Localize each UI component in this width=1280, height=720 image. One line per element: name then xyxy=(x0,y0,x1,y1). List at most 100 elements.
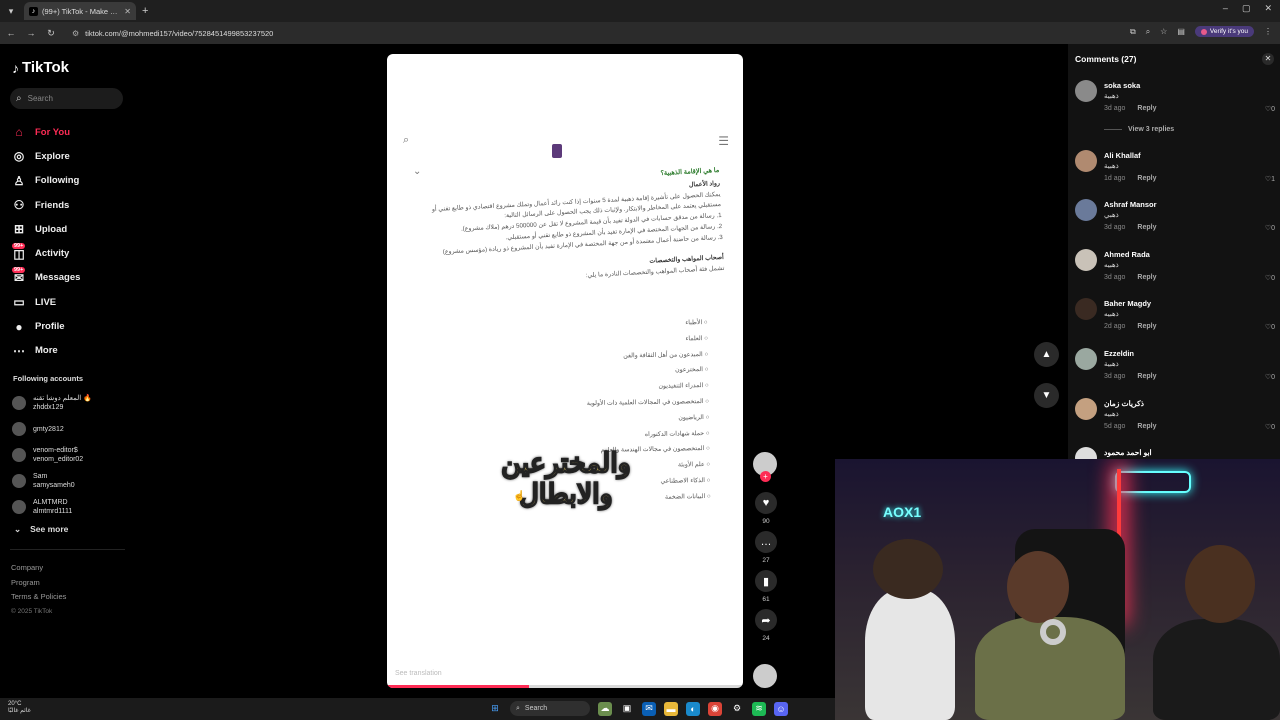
comment-author[interactable]: Ali Khallaf xyxy=(1104,151,1141,160)
site-info-icon[interactable]: ⚙ xyxy=(72,29,79,38)
tab-close-icon[interactable]: ✕ xyxy=(124,7,131,16)
nav-explore[interactable]: ◎ Explore xyxy=(12,144,80,168)
widget-icon[interactable]: ☁ xyxy=(598,701,612,716)
comment-like-button[interactable]: ♡1 xyxy=(1265,175,1275,183)
previous-video-button[interactable]: ▲ xyxy=(1034,342,1059,367)
forward-icon[interactable]: → xyxy=(22,28,40,38)
save-button[interactable]: ▮ 61 xyxy=(753,570,779,603)
search-icon: ⌕ xyxy=(16,93,22,104)
reload-icon[interactable]: ↻ xyxy=(42,28,60,39)
url-field[interactable]: ⚙ tiktok.com/@mohmedi157/video/752845149… xyxy=(68,25,1168,41)
share-button[interactable]: ➦ 24 xyxy=(753,609,779,642)
avatar[interactable] xyxy=(1075,80,1097,102)
settings-icon[interactable]: ⚙ xyxy=(730,702,744,716)
browser-tab[interactable]: ♪ (99+) TikTok - Make Your Day ✕ xyxy=(24,2,136,20)
avatar[interactable] xyxy=(1075,298,1097,321)
comment-like-button[interactable]: ♡0 xyxy=(1265,224,1275,232)
file-explorer-icon[interactable]: ▬ xyxy=(664,701,678,716)
windows-start-icon[interactable]: ⊞ xyxy=(488,702,502,716)
comment-author[interactable]: Ahmed Rada xyxy=(1104,250,1150,259)
tab-list-icon[interactable]: ▾ xyxy=(0,0,22,22)
nav-following[interactable]: ♙ Following xyxy=(12,169,80,193)
footer-link-terms[interactable]: Terms & Policies xyxy=(11,590,66,605)
menu-kebab-icon[interactable]: ⋮ xyxy=(1264,27,1272,36)
nav-for-you[interactable]: ⌂ For You xyxy=(12,120,80,144)
reply-button[interactable]: Reply xyxy=(1137,175,1156,182)
follow-plus-icon[interactable]: + xyxy=(760,471,771,482)
search-input[interactable]: ⌕ Search xyxy=(10,88,123,109)
see-more-button[interactable]: ⌄ See more xyxy=(14,524,68,535)
video-menu-icon: ☰ xyxy=(718,134,729,148)
verify-button[interactable]: Verify it's you xyxy=(1194,26,1254,37)
new-tab-icon[interactable]: + xyxy=(142,5,148,17)
comment-like-button[interactable]: ♡0 xyxy=(1265,274,1275,282)
extensions-icon[interactable]: ▤ xyxy=(1177,27,1185,36)
account-item[interactable]: venom-editor$ venom_editor02 xyxy=(12,442,127,468)
comment-author[interactable]: Baher Magdy xyxy=(1104,299,1151,308)
weather-widget[interactable]: 20°C غائم غالبًا xyxy=(8,701,31,715)
tiktok-logo[interactable]: ♪ TikTok xyxy=(12,59,69,76)
reply-button[interactable]: Reply xyxy=(1137,224,1156,231)
reply-button[interactable]: Reply xyxy=(1137,323,1156,330)
back-icon[interactable]: ← xyxy=(2,28,20,38)
comment-author[interactable]: Ezzeldin xyxy=(1104,349,1134,358)
maximize-icon[interactable]: ▢ xyxy=(1242,3,1251,14)
comment-author[interactable]: Ashraf Mansor xyxy=(1104,200,1157,209)
install-icon[interactable]: ⧉ xyxy=(1130,27,1136,37)
nav-upload[interactable]: ⊞ Upload xyxy=(12,217,80,241)
nav-friends[interactable]: ⚇ Friends xyxy=(12,193,80,217)
creator-avatar[interactable]: + xyxy=(753,452,777,482)
spotify-icon[interactable]: ≋ xyxy=(752,701,766,716)
reply-button[interactable]: Reply xyxy=(1137,423,1156,430)
avatar[interactable] xyxy=(1075,347,1097,370)
edge-icon[interactable]: ◐ xyxy=(686,701,700,716)
taskbar-search[interactable]: ⌕ Search xyxy=(510,701,590,716)
see-translation-link[interactable]: See translation xyxy=(395,670,442,677)
account-item[interactable]: المعلم دوشا تقنه 🔥 zhddx129 xyxy=(12,390,127,416)
task-view-icon[interactable]: ▣ xyxy=(620,702,634,716)
comment-like-count: 0 xyxy=(1271,106,1275,113)
account-item[interactable]: Sam samysameh0 xyxy=(12,468,127,494)
reply-button[interactable]: Reply xyxy=(1137,373,1156,380)
zoom-icon[interactable]: ⌕ xyxy=(1146,27,1150,37)
video-overlay-caption: والمخترعين والابطال xyxy=(500,447,631,510)
avatar xyxy=(12,448,26,462)
comment-like-button[interactable]: ♡0 xyxy=(1265,323,1275,331)
like-button[interactable]: ♥ 90 xyxy=(753,492,779,525)
footer-link-program[interactable]: Program xyxy=(11,576,66,591)
nav-messages[interactable]: ✉ 99+ Messages xyxy=(12,266,80,290)
avatar[interactable] xyxy=(1075,199,1097,222)
account-item[interactable]: ALMTMRD almtmrd1111 xyxy=(12,494,127,520)
sound-avatar[interactable] xyxy=(753,664,777,688)
bookmark-star-icon[interactable]: ☆ xyxy=(1160,27,1167,36)
close-window-icon[interactable]: ✕ xyxy=(1264,3,1272,14)
avatar[interactable] xyxy=(1075,248,1097,271)
nav-profile[interactable]: ● Profile xyxy=(12,314,80,338)
comment-author[interactable]: ذكريات زمان xyxy=(1104,399,1144,408)
nav-live[interactable]: ▭ LIVE xyxy=(12,290,80,314)
reply-button[interactable]: Reply xyxy=(1137,105,1156,112)
chrome-icon[interactable]: ◉ xyxy=(708,701,722,716)
comment-button[interactable]: … 27 xyxy=(753,531,779,564)
avatar[interactable] xyxy=(1075,149,1097,172)
video-player[interactable]: ⌕ ☰ ⌄ ما هي الإقامة الذهبية؟ رواد الأعما… xyxy=(387,54,743,688)
footer-link-company[interactable]: Company xyxy=(11,561,66,576)
live-icon: ▭ xyxy=(13,295,25,310)
close-comments-icon[interactable]: ✕ xyxy=(1262,53,1274,65)
comment-like-button[interactable]: ♡0 xyxy=(1265,105,1275,113)
discord-icon[interactable]: ☺ xyxy=(774,701,788,716)
reply-button[interactable]: Reply xyxy=(1137,274,1156,281)
minimize-icon[interactable]: – xyxy=(1223,3,1228,14)
comment-like-button[interactable]: ♡0 xyxy=(1265,423,1275,431)
account-item[interactable]: gmty2812 xyxy=(12,416,127,442)
avatar[interactable] xyxy=(1075,397,1097,420)
video-progress-bar[interactable] xyxy=(387,685,743,688)
comment-author[interactable]: ابو احمد محمود xyxy=(1104,448,1152,457)
outlook-icon[interactable]: ✉ xyxy=(642,701,656,716)
comment-like-button[interactable]: ♡0 xyxy=(1265,373,1275,381)
activity-badge: 99+ xyxy=(12,242,26,249)
nav-more[interactable]: ⋯ More xyxy=(12,339,80,363)
comment-author[interactable]: soka soka xyxy=(1104,81,1140,90)
nav-activity[interactable]: ◫ 99+ Activity xyxy=(12,241,80,265)
next-video-button[interactable]: ▼ xyxy=(1034,383,1059,408)
